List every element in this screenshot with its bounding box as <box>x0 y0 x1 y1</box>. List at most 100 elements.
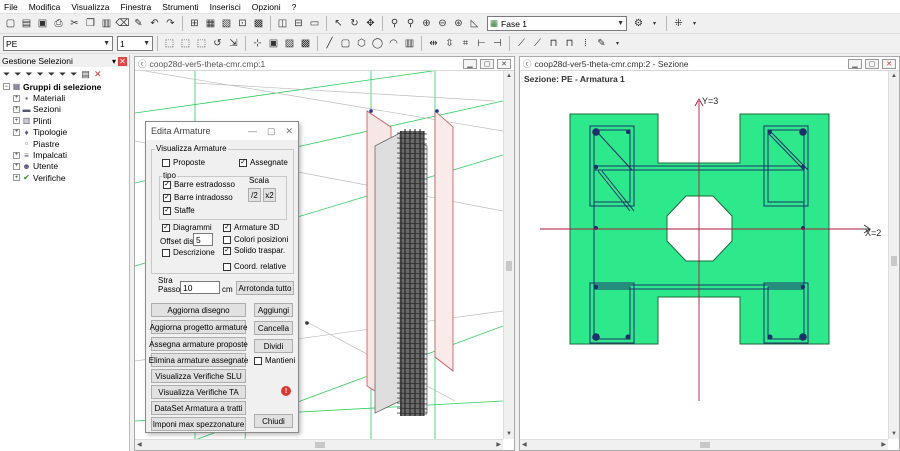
dropdown-icon[interactable]: ▾ <box>610 36 625 51</box>
hatch-icon[interactable]: ▥ <box>402 36 417 51</box>
expand-icon[interactable]: + <box>13 162 20 170</box>
checkbox-box[interactable]: ✓ <box>163 193 171 202</box>
checkbox-box[interactable] <box>223 235 231 244</box>
checkbox-box[interactable] <box>254 356 262 365</box>
barre-estradosso-checkbox[interactable]: ✓ Barre estradosso <box>163 180 235 189</box>
fase-select[interactable]: ▦ Fase 1 ▼ <box>487 16 627 31</box>
close-button[interactable]: ✕ <box>882 58 896 69</box>
collapse-icon[interactable]: − <box>3 83 10 91</box>
select-icon[interactable]: ⬚ <box>162 36 177 51</box>
assegnate-checkbox[interactable]: ✓ Assegnate <box>239 158 288 167</box>
vertical-scrollbar[interactable]: ▲ ▼ <box>503 71 514 439</box>
plate-add-icon[interactable]: ▨ <box>282 36 297 51</box>
coord-relative-checkbox[interactable]: Coord. relative <box>223 262 286 271</box>
proposte-checkbox[interactable]: Proposte <box>162 158 205 167</box>
menu-finestra[interactable]: Finestra <box>120 2 151 12</box>
expand-icon[interactable]: + <box>13 117 20 125</box>
verifiche-slu-button[interactable]: Visualizza Verifiche SLU <box>151 369 246 383</box>
new-icon[interactable]: ▢ <box>3 16 18 31</box>
calc-icon[interactable]: ⊟ <box>291 16 306 31</box>
minimize-button[interactable]: — <box>248 126 257 137</box>
menu-opzioni[interactable]: Opzioni <box>252 2 281 12</box>
filter-remove-icon[interactable]: ⏷ <box>25 69 32 80</box>
scroll-thumb[interactable] <box>891 256 897 266</box>
imponi-spezzonature-button[interactable]: Imponi max spezzonature <box>151 417 246 431</box>
bar-icon[interactable]: ⊢ <box>474 36 489 51</box>
arc-icon[interactable]: ◠ <box>386 36 401 51</box>
expand-icon[interactable]: + <box>13 94 20 102</box>
horizontal-scrollbar[interactable]: ◀ ▶ <box>520 439 888 450</box>
fase-settings-icon[interactable]: ⚙ <box>631 16 646 31</box>
filter-or-icon[interactable]: ⏷ <box>48 69 55 80</box>
tree-item-root[interactable]: − ▦ Gruppi di selezione <box>3 81 129 92</box>
grid-icon[interactable]: ⊞ <box>187 16 202 31</box>
filter-delete-icon[interactable]: ✕ <box>94 69 102 80</box>
checkbox-box[interactable]: ✓ <box>163 206 171 215</box>
rotate-icon[interactable]: ↻ <box>347 16 362 31</box>
maximize-button[interactable]: ▢ <box>865 58 879 69</box>
aggiungi-button[interactable]: Aggiungi <box>254 303 293 317</box>
tree-item-utente[interactable]: + ☻ Utente <box>3 161 129 172</box>
chiudi-button[interactable]: Chiudi <box>254 414 293 428</box>
snap-icon[interactable]: ⁜ <box>671 16 686 31</box>
filter-not-icon[interactable]: ⏷ <box>59 69 66 80</box>
filter-add-icon[interactable]: ⏷ <box>14 69 21 80</box>
rect-icon[interactable]: ▢ <box>338 36 353 51</box>
tree-item-sezioni[interactable]: + ▬ Sezioni <box>3 104 129 115</box>
paste-icon[interactable]: ▥ <box>99 16 114 31</box>
dropdown-icon[interactable]: ▾ <box>647 16 662 31</box>
minimize-button[interactable]: ▁ <box>848 58 862 69</box>
checkbox-box[interactable] <box>223 262 231 271</box>
tree-item-tipologie[interactable]: + ♦ Tipologie <box>3 127 129 138</box>
save-icon[interactable]: ▣ <box>35 16 50 31</box>
section-viewport[interactable]: Y=3 X=2 <box>520 71 888 440</box>
close-button[interactable]: ✕ <box>497 58 511 69</box>
offset-input[interactable]: 5 <box>193 233 213 246</box>
redo-icon[interactable]: ↷ <box>163 16 178 31</box>
menu-visualizza[interactable]: Visualizza <box>71 2 109 12</box>
menu-strumenti[interactable]: Strumenti <box>162 2 198 12</box>
armature-3d-checkbox[interactable]: ✓ Armature 3D <box>223 223 279 232</box>
dim-icon[interactable]: ⇹ <box>426 36 441 51</box>
move-sel-icon[interactable]: ⇲ <box>226 36 241 51</box>
cancella-button[interactable]: Cancella <box>254 321 293 335</box>
rotate-sel-icon[interactable]: ↺ <box>210 36 225 51</box>
vertical-scrollbar[interactable]: ▲ ▼ <box>888 71 899 439</box>
poly-icon[interactable]: ⬡ <box>354 36 369 51</box>
solido-traspar-checkbox[interactable]: ✓ Solido traspar. <box>223 246 285 255</box>
zoom-all-icon[interactable]: ⊛ <box>451 16 466 31</box>
paint-icon[interactable]: ✎ <box>594 36 609 51</box>
scroll-down-icon[interactable]: ▼ <box>506 431 512 437</box>
expand-icon[interactable]: + <box>13 128 20 136</box>
node-icon[interactable]: ⊡ <box>235 16 250 31</box>
print-icon[interactable]: ⎙ <box>51 16 66 31</box>
colori-posizioni-checkbox[interactable]: Colori posizioni <box>223 235 288 244</box>
scroll-thumb[interactable] <box>506 261 512 271</box>
checkbox-box[interactable]: ✓ <box>223 246 231 255</box>
rebar-icon[interactable]: ⦙ <box>578 36 593 51</box>
close-icon[interactable]: ✕ <box>118 56 127 66</box>
pin-icon[interactable]: ▾ <box>112 57 116 66</box>
filter-icon[interactable]: ⏷ <box>3 69 10 80</box>
tree-item-materiali[interactable]: + ▪ Materiali <box>3 92 129 103</box>
filter-clear-icon[interactable]: ⏷ <box>70 69 77 80</box>
dropdown-icon[interactable]: ▾ <box>687 16 702 31</box>
assegna-proposte-button[interactable]: Assegna armature proposte <box>149 337 248 351</box>
expand-icon[interactable]: + <box>13 151 20 159</box>
zoom-icon[interactable]: ⚲ <box>387 16 402 31</box>
scroll-left-icon[interactable]: ◀ <box>522 441 527 448</box>
descrizione-checkbox[interactable]: Descrizione <box>162 248 215 257</box>
menu-inserisci[interactable]: Inserisci <box>210 2 241 12</box>
scroll-up-icon[interactable]: ▲ <box>891 73 897 79</box>
layer-select[interactable]: 1 ▼ <box>117 36 153 51</box>
expand-icon[interactable]: + <box>13 174 20 182</box>
checkbox-box[interactable] <box>162 158 170 167</box>
filter-table-icon[interactable]: ▤ <box>81 69 90 80</box>
pan-icon[interactable]: ✥ <box>363 16 378 31</box>
measure-icon[interactable]: ◺ <box>467 16 482 31</box>
barre-intradosso-checkbox[interactable]: ✓ Barre intradosso <box>163 193 233 202</box>
scroll-thumb[interactable] <box>700 442 710 448</box>
circle-icon[interactable]: ◯ <box>370 36 385 51</box>
cut-icon[interactable]: ✂ <box>67 16 82 31</box>
verifiche-ta-button[interactable]: Visualizza Verifiche TA <box>151 385 246 399</box>
